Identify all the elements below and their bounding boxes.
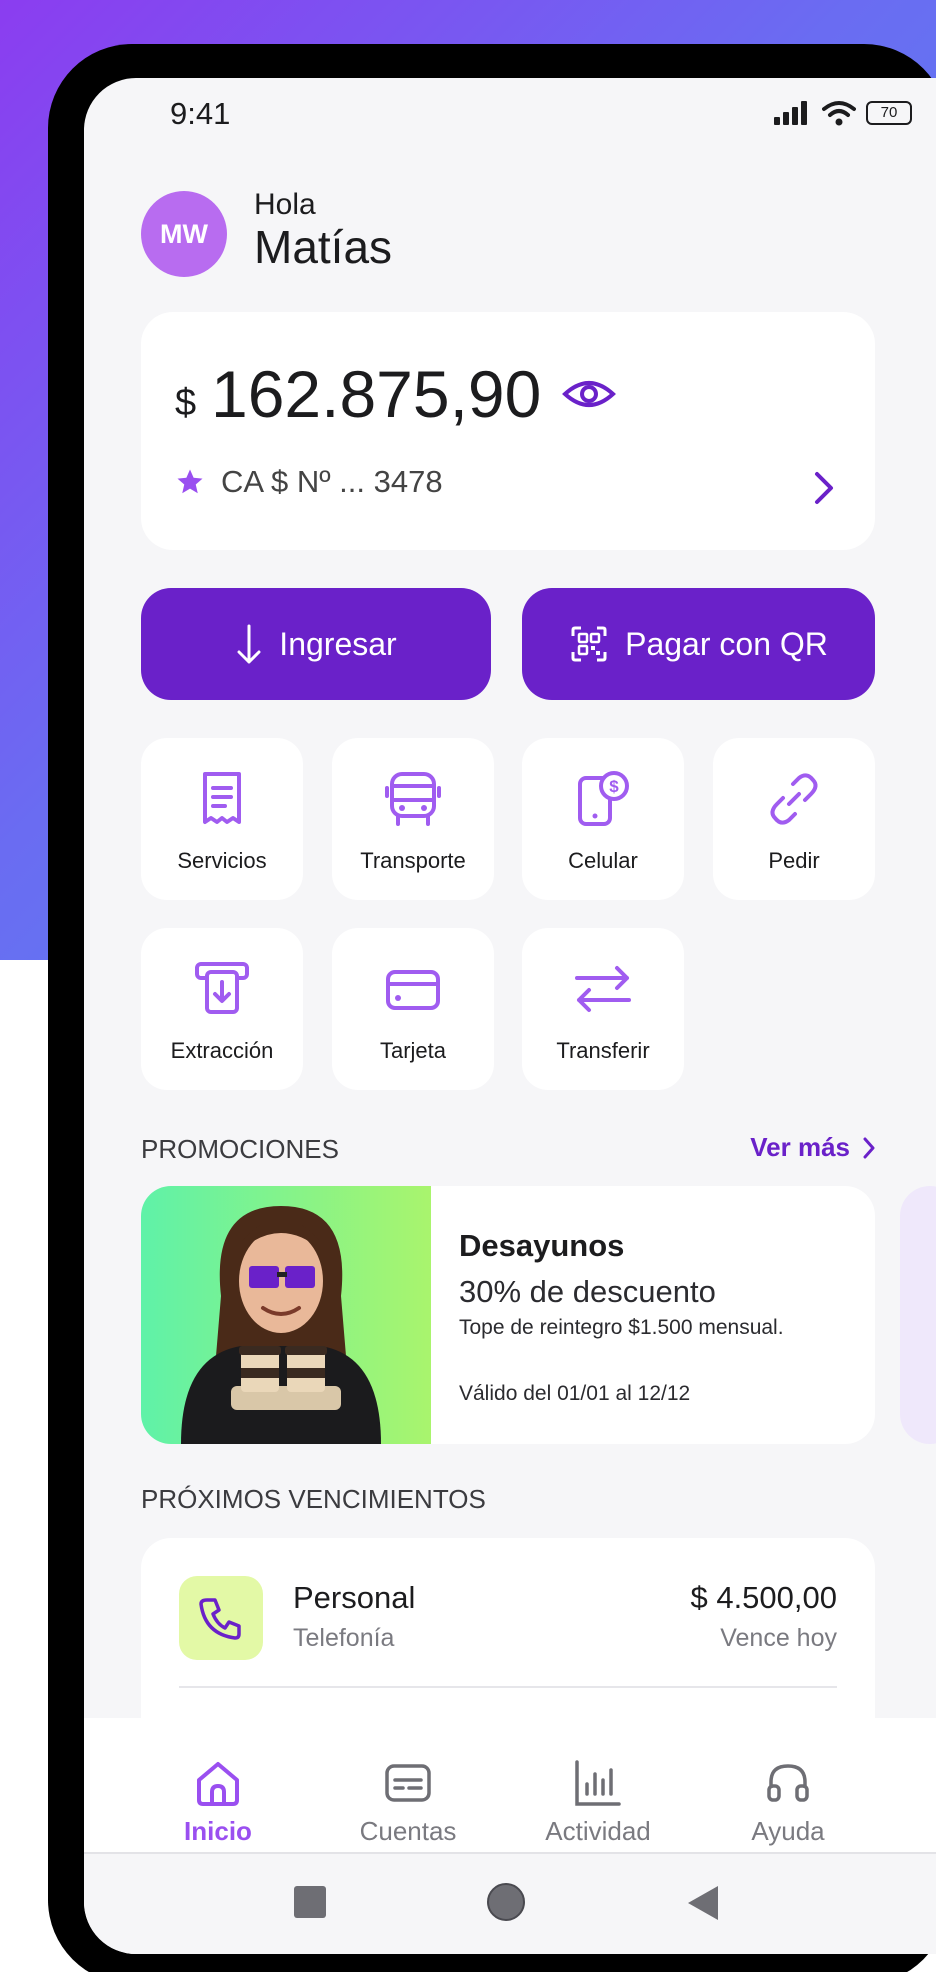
bottom-nav: Inicio Cuentas Actividad Ayuda — [84, 1718, 936, 1854]
shortcut-label: Extracción — [170, 1038, 274, 1063]
app-screen: 9:41 70 MW Hola Matías $ 162.875,90 CA $… — [84, 78, 936, 1954]
bill-icon-container — [179, 1576, 263, 1660]
signal-icon — [774, 101, 807, 125]
wifi-icon — [822, 101, 856, 126]
phone-topup-icon: $ — [578, 771, 629, 826]
shortcut-label: Pedir — [768, 848, 820, 873]
back-icon[interactable] — [686, 1884, 720, 1922]
shortcut-pedir[interactable]: Pedir — [713, 738, 875, 900]
star-icon — [177, 469, 203, 494]
shortcut-label: Servicios — [177, 848, 267, 873]
transfer-icon — [575, 966, 631, 1012]
shortcut-celular[interactable]: $ Celular — [522, 738, 684, 900]
headset-icon — [767, 1764, 809, 1802]
chevron-right-icon — [863, 1137, 875, 1158]
shortcut-servicios[interactable]: Servicios — [141, 738, 303, 900]
nav-label: Ayuda — [751, 1816, 825, 1846]
system-nav-bar — [84, 1856, 936, 1954]
shortcut-label: Tarjeta — [379, 1038, 447, 1063]
greeting: Hola — [254, 188, 316, 221]
svg-text:$: $ — [609, 777, 619, 796]
bill-category: Telefonía — [293, 1624, 395, 1652]
arrow-down-icon — [237, 624, 261, 664]
promo-discount: 30% de descuento — [459, 1274, 716, 1309]
balance-card[interactable]: $ 162.875,90 CA $ Nº ... 3478 — [141, 312, 875, 550]
shortcut-label: Transporte — [360, 848, 466, 873]
promotions-title: PROMOCIONES — [141, 1134, 339, 1164]
nav-inicio[interactable]: Inicio — [138, 1758, 298, 1847]
bill-due: Vence hoy — [720, 1624, 837, 1652]
status-icons: 70 — [772, 100, 912, 126]
eye-icon[interactable] — [561, 372, 617, 416]
promo-title: Desayunos — [459, 1228, 625, 1263]
deposit-button[interactable]: Ingresar — [141, 588, 491, 700]
see-more-label: Ver más — [750, 1132, 850, 1162]
shortcut-label: Transferir — [556, 1038, 650, 1063]
link-icon — [770, 773, 818, 825]
shortcut-transferir[interactable]: Transferir — [522, 928, 684, 1090]
balance-amount: 162.875,90 — [211, 357, 542, 431]
deposit-label: Ingresar — [279, 625, 397, 662]
pay-qr-label: Pagar con QR — [625, 625, 828, 662]
nav-label: Inicio — [184, 1816, 252, 1846]
status-time: 9:41 — [170, 96, 231, 131]
bill-amount: $ 4.500,00 — [690, 1580, 837, 1615]
account-row: CA $ Nº ... 3478 — [175, 464, 443, 500]
battery-icon: 70 — [866, 101, 912, 125]
shortcut-tarjeta[interactable]: Tarjeta — [332, 928, 494, 1090]
shortcut-label: Celular — [568, 848, 638, 873]
promo-image — [141, 1186, 431, 1444]
chevron-right-icon[interactable] — [809, 468, 839, 508]
nav-label: Actividad — [545, 1816, 651, 1846]
promo-photo-illustration — [181, 1206, 381, 1444]
currency-symbol: $ — [175, 382, 197, 424]
home-button-icon[interactable] — [484, 1880, 528, 1924]
bills-title: PRÓXIMOS VENCIMIENTOS — [141, 1484, 486, 1514]
shortcut-extraccion[interactable]: Extracción — [141, 928, 303, 1090]
phone-icon — [199, 1598, 241, 1640]
nav-label: Cuentas — [359, 1816, 457, 1846]
pay-qr-button[interactable]: Pagar con QR — [522, 588, 875, 700]
accounts-icon — [385, 1764, 431, 1802]
qr-icon — [571, 626, 607, 662]
promo-validity: Válido del 01/01 al 12/12 — [459, 1382, 691, 1405]
avatar[interactable]: MW — [141, 191, 227, 277]
promo-card[interactable]: Desayunos 30% de descuento Tope de reint… — [141, 1186, 875, 1444]
atm-withdraw-icon — [195, 962, 249, 1014]
receipt-icon — [203, 772, 241, 824]
bill-name: Personal — [293, 1580, 416, 1615]
account-number: CA $ Nº ... 3478 — [221, 464, 443, 499]
promo-card-next[interactable] — [900, 1186, 936, 1444]
card-icon — [386, 970, 440, 1010]
promo-cap: Tope de reintegro $1.500 mensual. — [459, 1316, 784, 1339]
activity-chart-icon — [575, 1760, 621, 1806]
nav-cuentas[interactable]: Cuentas — [328, 1758, 488, 1847]
nav-ayuda[interactable]: Ayuda — [708, 1758, 868, 1847]
bus-icon — [385, 772, 441, 826]
recent-apps-icon[interactable] — [292, 1884, 328, 1920]
user-name: Matías — [254, 221, 393, 273]
home-icon — [197, 1762, 239, 1806]
nav-actividad[interactable]: Actividad — [518, 1758, 678, 1847]
shortcut-transporte[interactable]: Transporte — [332, 738, 494, 900]
see-more-link[interactable]: Ver más — [750, 1132, 876, 1163]
divider — [179, 1686, 837, 1688]
